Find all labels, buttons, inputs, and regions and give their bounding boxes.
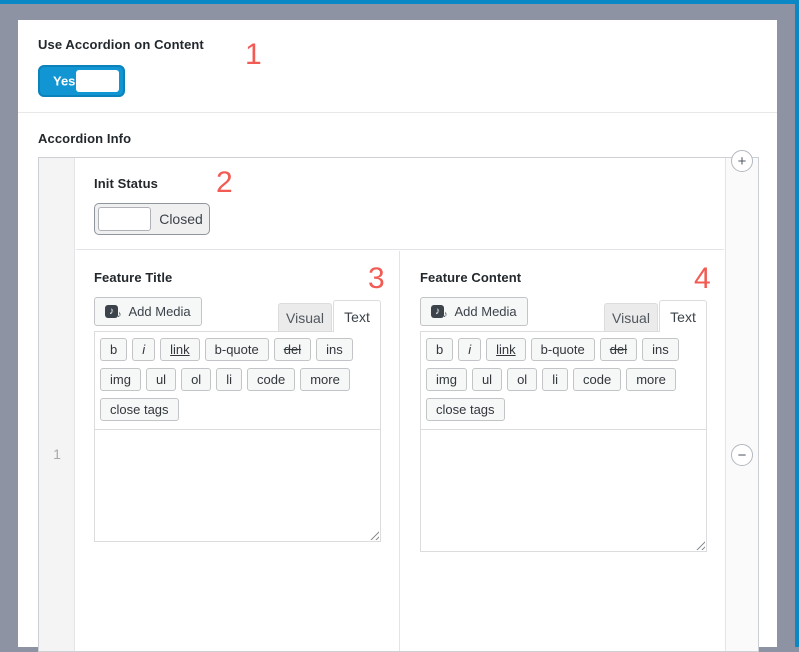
toggle-on-label: Yes — [53, 74, 75, 89]
qt-link-button[interactable]: link — [486, 338, 526, 361]
feature-content-cell: Feature Content ♪ ♪ Add Media Visual — [401, 251, 724, 651]
settings-panel: Use Accordion on Content Yes Accordion I… — [18, 20, 777, 647]
resize-grip-icon[interactable] — [694, 539, 705, 550]
tab-visual[interactable]: Visual — [604, 303, 658, 331]
qt-ol-button[interactable]: ol — [181, 368, 211, 391]
qt-bold-button[interactable]: b — [100, 338, 127, 361]
right-accent-bar — [795, 0, 799, 647]
editor-box: b i link b-quote del ins img ul — [94, 331, 381, 542]
qt-ins-button[interactable]: ins — [316, 338, 353, 361]
editor-toolbar-header: ♪ ♪ Add Media Visual Text — [94, 297, 381, 331]
init-status-field: Init Status Closed — [76, 158, 724, 250]
row-content: Init Status Closed Feature Title ♪ — [76, 158, 724, 651]
editor-toolbar-header: ♪ ♪ Add Media Visual Text — [420, 297, 707, 331]
row-actions-column — [725, 158, 758, 651]
qt-link-button[interactable]: link — [160, 338, 200, 361]
quicktags-toolbar: b i link b-quote del ins img ul — [95, 332, 380, 429]
annotation-number-4: 4 — [694, 264, 711, 294]
toggle-knob — [98, 207, 151, 231]
qt-italic-button[interactable]: i — [458, 338, 481, 361]
repeater-table: 1 + − Init Status Closed Feature Title — [38, 157, 759, 652]
annotation-number-1: 1 — [245, 40, 262, 70]
quicktags-toolbar: b i link b-quote del ins img ul — [421, 332, 706, 429]
init-status-toggle[interactable]: Closed — [94, 203, 210, 235]
use-accordion-toggle[interactable]: Yes — [38, 65, 125, 97]
qt-ins-button[interactable]: ins — [642, 338, 679, 361]
tab-visual[interactable]: Visual — [278, 303, 332, 331]
add-media-label: Add Media — [455, 304, 517, 319]
init-status-label: Init Status — [94, 176, 158, 191]
qt-img-button[interactable]: img — [100, 368, 141, 391]
qt-img-button[interactable]: img — [426, 368, 467, 391]
editor-box: b i link b-quote del ins img ul — [420, 331, 707, 552]
qt-more-button[interactable]: more — [300, 368, 350, 391]
use-accordion-label: Use Accordion on Content — [38, 37, 204, 52]
qt-bold-button[interactable]: b — [426, 338, 453, 361]
feature-title-label: Feature Title — [94, 270, 172, 285]
feature-title-textarea[interactable] — [95, 429, 380, 541]
tab-text[interactable]: Text — [333, 300, 381, 332]
qt-ul-button[interactable]: ul — [146, 368, 176, 391]
tab-text[interactable]: Text — [659, 300, 707, 332]
qt-li-button[interactable]: li — [542, 368, 568, 391]
top-accent-bar — [0, 0, 799, 4]
feature-title-editor: ♪ ♪ Add Media Visual Text b — [94, 297, 381, 542]
feature-content-textarea[interactable] — [421, 429, 706, 551]
section-divider — [18, 112, 777, 113]
resize-grip-icon[interactable] — [368, 529, 379, 540]
row-number: 1 — [39, 446, 75, 462]
qt-more-button[interactable]: more — [626, 368, 676, 391]
add-media-icon: ♪ ♪ — [431, 305, 449, 318]
qt-ul-button[interactable]: ul — [472, 368, 502, 391]
qt-del-button[interactable]: del — [274, 338, 311, 361]
qt-close-tags-button[interactable]: close tags — [100, 398, 179, 421]
feature-title-cell: Feature Title ♪ ♪ Add Media Visual — [76, 251, 400, 651]
annotation-number-3: 3 — [368, 264, 385, 294]
row-order-column: 1 — [39, 158, 75, 651]
qt-ol-button[interactable]: ol — [507, 368, 537, 391]
annotation-number-2: 2 — [216, 168, 233, 198]
qt-italic-button[interactable]: i — [132, 338, 155, 361]
add-media-button[interactable]: ♪ ♪ Add Media — [420, 297, 528, 326]
remove-row-button[interactable]: − — [731, 444, 753, 466]
add-media-icon: ♪ ♪ — [105, 305, 123, 318]
qt-code-button[interactable]: code — [247, 368, 295, 391]
qt-blockquote-button[interactable]: b-quote — [531, 338, 595, 361]
qt-blockquote-button[interactable]: b-quote — [205, 338, 269, 361]
add-row-button[interactable]: + — [731, 150, 753, 172]
add-media-button[interactable]: ♪ ♪ Add Media — [94, 297, 202, 326]
qt-del-button[interactable]: del — [600, 338, 637, 361]
feature-content-editor: ♪ ♪ Add Media Visual Text b — [420, 297, 707, 552]
toggle-knob — [76, 70, 119, 92]
feature-content-label: Feature Content — [420, 270, 521, 285]
toggle-off-label: Closed — [155, 211, 207, 227]
qt-li-button[interactable]: li — [216, 368, 242, 391]
accordion-info-label: Accordion Info — [38, 131, 131, 146]
feature-fields-row: Feature Title ♪ ♪ Add Media Visual — [76, 251, 724, 651]
qt-code-button[interactable]: code — [573, 368, 621, 391]
qt-close-tags-button[interactable]: close tags — [426, 398, 505, 421]
add-media-label: Add Media — [129, 304, 191, 319]
